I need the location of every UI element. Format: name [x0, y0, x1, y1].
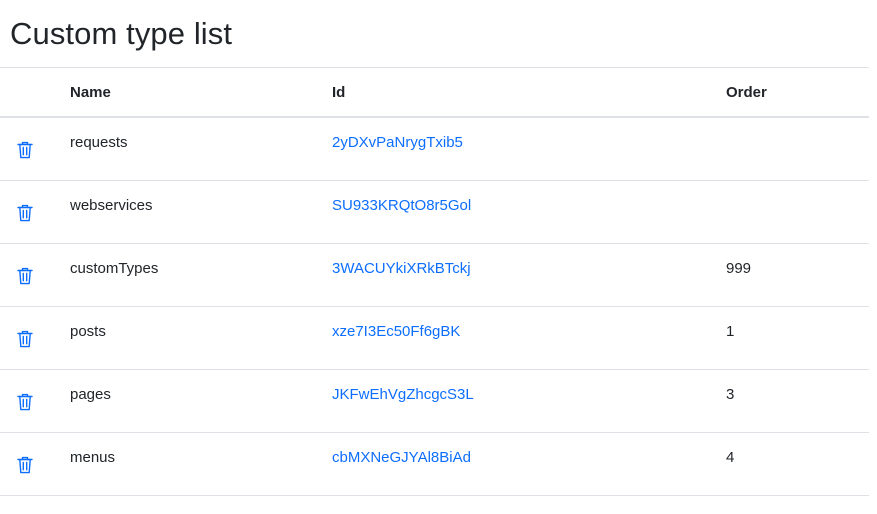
page-title: Custom type list	[10, 16, 233, 51]
cell-id-link[interactable]: 2yDXvPaNrygTxib5	[332, 134, 463, 152]
delete-button[interactable]	[17, 203, 35, 223]
table-row: menus cbMXNeGJYAl8BiAd 4	[0, 433, 869, 496]
delete-button[interactable]	[17, 266, 35, 286]
trash-icon	[17, 267, 35, 285]
cell-name: posts	[70, 323, 106, 340]
trash-icon	[17, 204, 35, 222]
cell-name: webservices	[70, 197, 153, 214]
cell-order: 999	[726, 260, 752, 277]
custom-type-table: Name Id Order requests 2yDXvPaNrygTxib5	[0, 67, 869, 496]
table-body: requests 2yDXvPaNrygTxib5 webservices SU…	[0, 118, 869, 496]
trash-icon	[17, 141, 35, 159]
trash-icon	[17, 456, 35, 474]
cell-id-link[interactable]: xze7I3Ec50Ff6gBK	[332, 323, 460, 341]
cell-order: 4	[726, 449, 735, 466]
table-row: customTypes 3WACUYkiXRkBTckj 999	[0, 244, 869, 307]
cell-name: pages	[70, 386, 111, 403]
delete-button[interactable]	[17, 455, 35, 475]
cell-name: requests	[70, 134, 128, 151]
table-header-row: Name Id Order	[0, 68, 869, 118]
cell-name: customTypes	[70, 260, 159, 277]
cell-order: 1	[726, 323, 735, 340]
column-header-order: Order	[726, 84, 767, 101]
column-header-name: Name	[70, 84, 111, 101]
cell-name: menus	[70, 449, 116, 466]
cell-id-link[interactable]: cbMXNeGJYAl8BiAd	[332, 449, 471, 467]
table-row: requests 2yDXvPaNrygTxib5	[0, 118, 869, 181]
cell-id-link[interactable]: 3WACUYkiXRkBTckj	[332, 260, 471, 278]
trash-icon	[17, 393, 35, 411]
cell-order: 3	[726, 386, 735, 403]
cell-id-link[interactable]: SU933KRQtO8r5Gol	[332, 197, 471, 215]
table-row: webservices SU933KRQtO8r5Gol	[0, 181, 869, 244]
cell-id-link[interactable]: JKFwEhVgZhcgcS3L	[332, 386, 474, 404]
delete-button[interactable]	[17, 329, 35, 349]
trash-icon	[17, 330, 35, 348]
delete-button[interactable]	[17, 140, 35, 160]
table-row: posts xze7I3Ec50Ff6gBK 1	[0, 307, 869, 370]
column-header-id: Id	[332, 84, 346, 101]
delete-button[interactable]	[17, 392, 35, 412]
table-row: pages JKFwEhVgZhcgcS3L 3	[0, 370, 869, 433]
